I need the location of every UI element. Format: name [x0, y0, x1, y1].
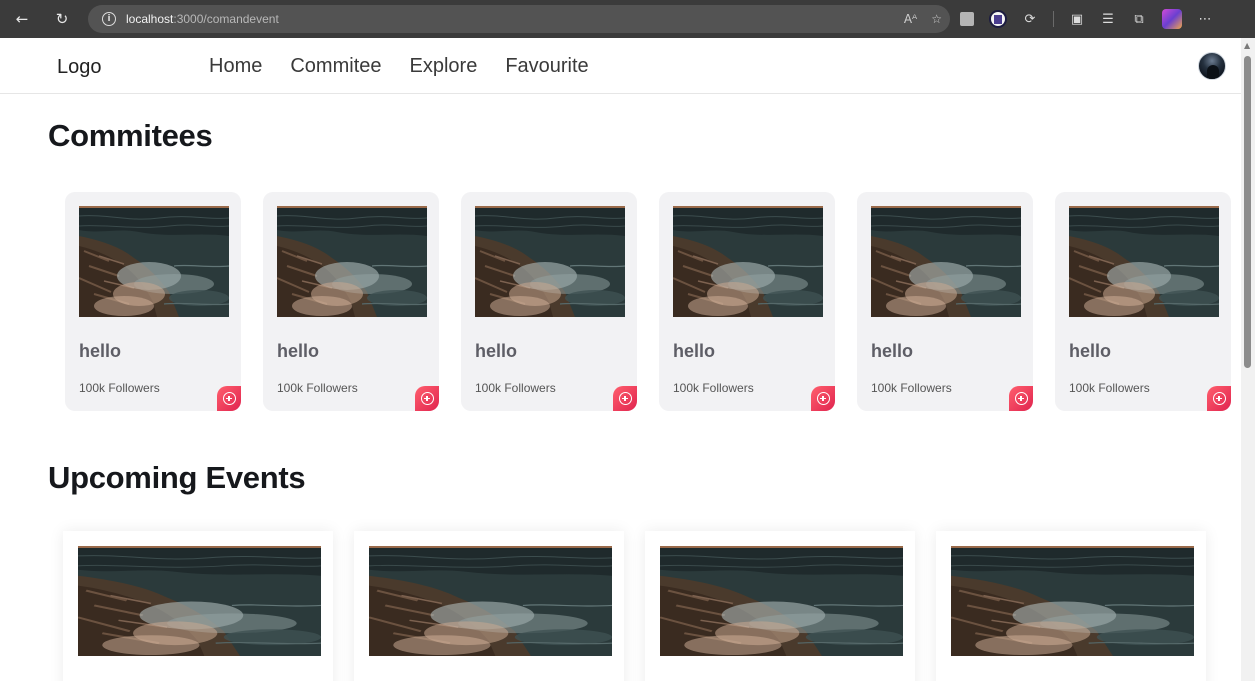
- page-scrollbar[interactable]: ▲: [1241, 38, 1255, 681]
- browser-toolbar: ← ↻ i localhost:3000/comandevent Aᴬ ☆ ⟳ …: [0, 0, 1255, 38]
- committee-image: [1069, 206, 1219, 317]
- committee-image: [277, 206, 427, 317]
- event-list: [63, 531, 1206, 681]
- nav-link-favourite[interactable]: Favourite: [505, 55, 588, 78]
- nav-links: Home Commitee Explore Favourite: [209, 55, 589, 78]
- committee-name: hello: [277, 341, 320, 361]
- plus-circle-icon: [1212, 392, 1226, 405]
- nav-link-home[interactable]: Home: [209, 55, 262, 78]
- event-image: [78, 546, 321, 656]
- committee-image: [79, 206, 229, 317]
- committee-name: hello: [871, 341, 914, 361]
- committee-name: hello: [475, 341, 518, 361]
- committee-card[interactable]: hello 100k Followers: [65, 192, 241, 411]
- more-menu-icon[interactable]: ⋯: [1197, 11, 1213, 27]
- event-image: [369, 546, 612, 656]
- plus-circle-icon: [816, 392, 830, 405]
- committee-name: hello: [1069, 341, 1112, 361]
- top-navbar: Logo Home Commitee Explore Favourite: [0, 38, 1241, 94]
- scroll-up-arrow-icon[interactable]: ▲: [1244, 41, 1250, 50]
- plus-circle-icon: [420, 392, 434, 405]
- committee-name: hello: [673, 341, 716, 361]
- committee-followers: 100k Followers: [79, 381, 160, 395]
- committee-image: [673, 206, 823, 317]
- nav-link-explore[interactable]: Explore: [410, 55, 478, 78]
- site-info-icon[interactable]: i: [102, 12, 116, 26]
- extension-square-icon[interactable]: [960, 12, 974, 26]
- extensions-puzzle-icon[interactable]: ⟳: [1022, 11, 1038, 27]
- favorites-list-icon[interactable]: ☰: [1100, 11, 1116, 27]
- follow-button[interactable]: [1207, 386, 1231, 411]
- committee-followers: 100k Followers: [1069, 381, 1150, 395]
- read-aloud-icon[interactable]: Aᴬ: [904, 12, 917, 26]
- committee-image: [475, 206, 625, 317]
- committee-image: [871, 206, 1021, 317]
- event-card[interactable]: [936, 531, 1206, 681]
- follow-button[interactable]: [415, 386, 439, 411]
- committee-followers: 100k Followers: [475, 381, 556, 395]
- committee-card[interactable]: hello 100k Followers: [461, 192, 637, 411]
- page-content: Logo Home Commitee Explore Favourite Com…: [0, 38, 1241, 681]
- plus-circle-icon: [618, 392, 632, 405]
- follow-button[interactable]: [613, 386, 637, 411]
- url-host: localhost: [126, 12, 174, 26]
- committee-card[interactable]: hello 100k Followers: [659, 192, 835, 411]
- committee-followers: 100k Followers: [277, 381, 358, 395]
- scrollbar-thumb[interactable]: [1244, 56, 1251, 368]
- url-path: :3000/comandevent: [173, 12, 279, 26]
- event-image: [951, 546, 1194, 656]
- committee-followers: 100k Followers: [871, 381, 952, 395]
- toolbar-divider: [1053, 11, 1054, 27]
- event-image: [660, 546, 903, 656]
- committees-heading: Commitees: [48, 118, 213, 153]
- follow-button[interactable]: [811, 386, 835, 411]
- logo[interactable]: Logo: [57, 56, 102, 79]
- plus-circle-icon: [1014, 392, 1028, 405]
- upcoming-events-heading: Upcoming Events: [48, 460, 306, 495]
- favorite-star-icon[interactable]: ☆: [931, 12, 942, 26]
- reload-icon[interactable]: ↻: [48, 5, 76, 33]
- committee-card[interactable]: hello 100k Followers: [263, 192, 439, 411]
- committee-card[interactable]: hello 100k Followers: [857, 192, 1033, 411]
- browser-profile-avatar[interactable]: [1162, 9, 1182, 29]
- address-bar[interactable]: i localhost:3000/comandevent Aᴬ ☆: [88, 5, 950, 33]
- collections-icon[interactable]: ⧉: [1131, 11, 1147, 27]
- committee-list: hello 100k Followers hello 100k Follower…: [65, 192, 1231, 411]
- event-card[interactable]: [63, 531, 333, 681]
- user-avatar[interactable]: [1198, 52, 1226, 80]
- plus-circle-icon: [222, 392, 236, 405]
- extension-n-icon[interactable]: [989, 10, 1007, 28]
- back-arrow-icon[interactable]: ←: [8, 5, 36, 33]
- cast-icon[interactable]: ▣: [1069, 11, 1085, 27]
- committee-card[interactable]: hello 100k Followers: [1055, 192, 1231, 411]
- follow-button[interactable]: [217, 386, 241, 411]
- nav-link-commitee[interactable]: Commitee: [290, 55, 381, 78]
- committee-followers: 100k Followers: [673, 381, 754, 395]
- event-card[interactable]: [354, 531, 624, 681]
- committee-name: hello: [79, 341, 122, 361]
- event-card[interactable]: [645, 531, 915, 681]
- follow-button[interactable]: [1009, 386, 1033, 411]
